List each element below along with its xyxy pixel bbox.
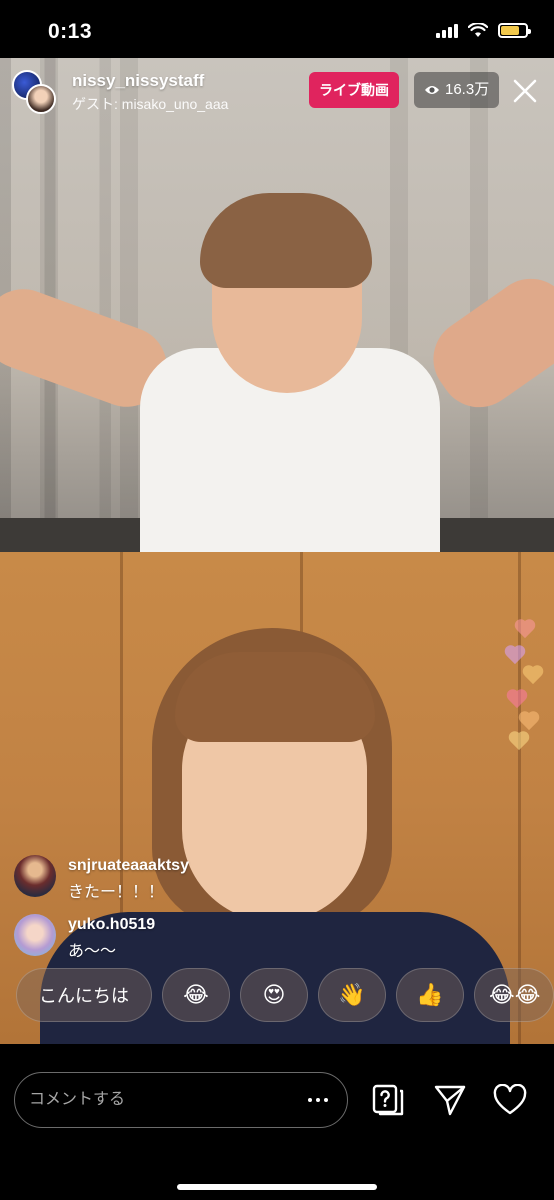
status-icons [436, 22, 531, 38]
host-hair [200, 193, 372, 288]
guest-username[interactable]: ゲスト: misako_uno_aaa [72, 94, 228, 114]
comment-message: あ〜〜 [68, 943, 117, 960]
comment-avatar[interactable] [14, 914, 56, 956]
wifi-icon [468, 22, 488, 37]
viewer-count-value: 16.3万 [445, 81, 490, 98]
home-indicator [177, 1184, 377, 1190]
heart-icon [493, 1084, 527, 1115]
live-badge: ライブ動画 [309, 72, 399, 108]
battery-icon [498, 22, 531, 38]
comment-item: snjruateaaaktsy きたー！！！ [14, 855, 314, 902]
floating-heart-icon [504, 646, 526, 666]
quick-reply-wave-emoji[interactable]: 👋 [318, 968, 386, 1022]
live-header: nissy_nissystaff ゲスト: misako_uno_aaa ライブ… [0, 62, 554, 122]
guest-bangs [175, 652, 375, 742]
viewer-count[interactable]: 16.3万 [414, 72, 500, 108]
comment-username[interactable]: snjruateaaaktsy [68, 857, 189, 875]
quick-reply-laugh-emoji-2[interactable]: 😂😂 [474, 968, 554, 1022]
comment-avatar[interactable] [14, 855, 56, 897]
floating-heart-icon [514, 620, 536, 640]
close-icon[interactable] [510, 76, 540, 106]
quick-reply-greeting[interactable]: こんにちは [16, 968, 152, 1022]
comment-item: yuko.h0519 あ〜〜 [14, 914, 314, 961]
floating-heart-icon [522, 666, 544, 686]
eye-icon [425, 86, 439, 94]
comment-feed: snjruateaaaktsy きたー！！！ yuko.h0519 あ〜〜 [14, 855, 314, 973]
status-time: 0:13 [48, 20, 93, 43]
floating-heart-icon [518, 712, 540, 732]
quick-reply-laugh-emoji[interactable]: 😂 [162, 968, 230, 1022]
share-button[interactable] [430, 1080, 470, 1120]
quick-reply-heart-eyes-emoji[interactable]: 😍 [240, 968, 308, 1022]
like-button[interactable] [490, 1080, 530, 1120]
cellular-signal-icon [436, 22, 458, 38]
status-bar: 0:13 [0, 0, 554, 62]
question-icon [372, 1084, 404, 1116]
comment-input[interactable] [14, 1072, 348, 1128]
floating-hearts [500, 620, 550, 760]
host-video[interactable] [0, 58, 554, 552]
comment-message: きたー！！！ [68, 884, 165, 901]
question-button[interactable] [368, 1080, 408, 1120]
guest-avatar[interactable] [26, 84, 56, 114]
host-username[interactable]: nissy_nissystaff [72, 71, 204, 91]
bottom-bar [0, 1044, 554, 1200]
comment-username[interactable]: yuko.h0519 [68, 916, 155, 934]
quick-reply-thumbs-up-emoji[interactable]: 👍 [396, 968, 464, 1022]
more-dots-icon[interactable] [300, 1088, 336, 1112]
floating-heart-icon [508, 732, 530, 752]
floating-heart-icon [506, 690, 528, 710]
quick-reply-bar: こんにちは 😂 😍 👋 👍 😂😂 [16, 968, 554, 1024]
battery-level [501, 25, 519, 35]
paper-plane-icon [434, 1085, 466, 1116]
